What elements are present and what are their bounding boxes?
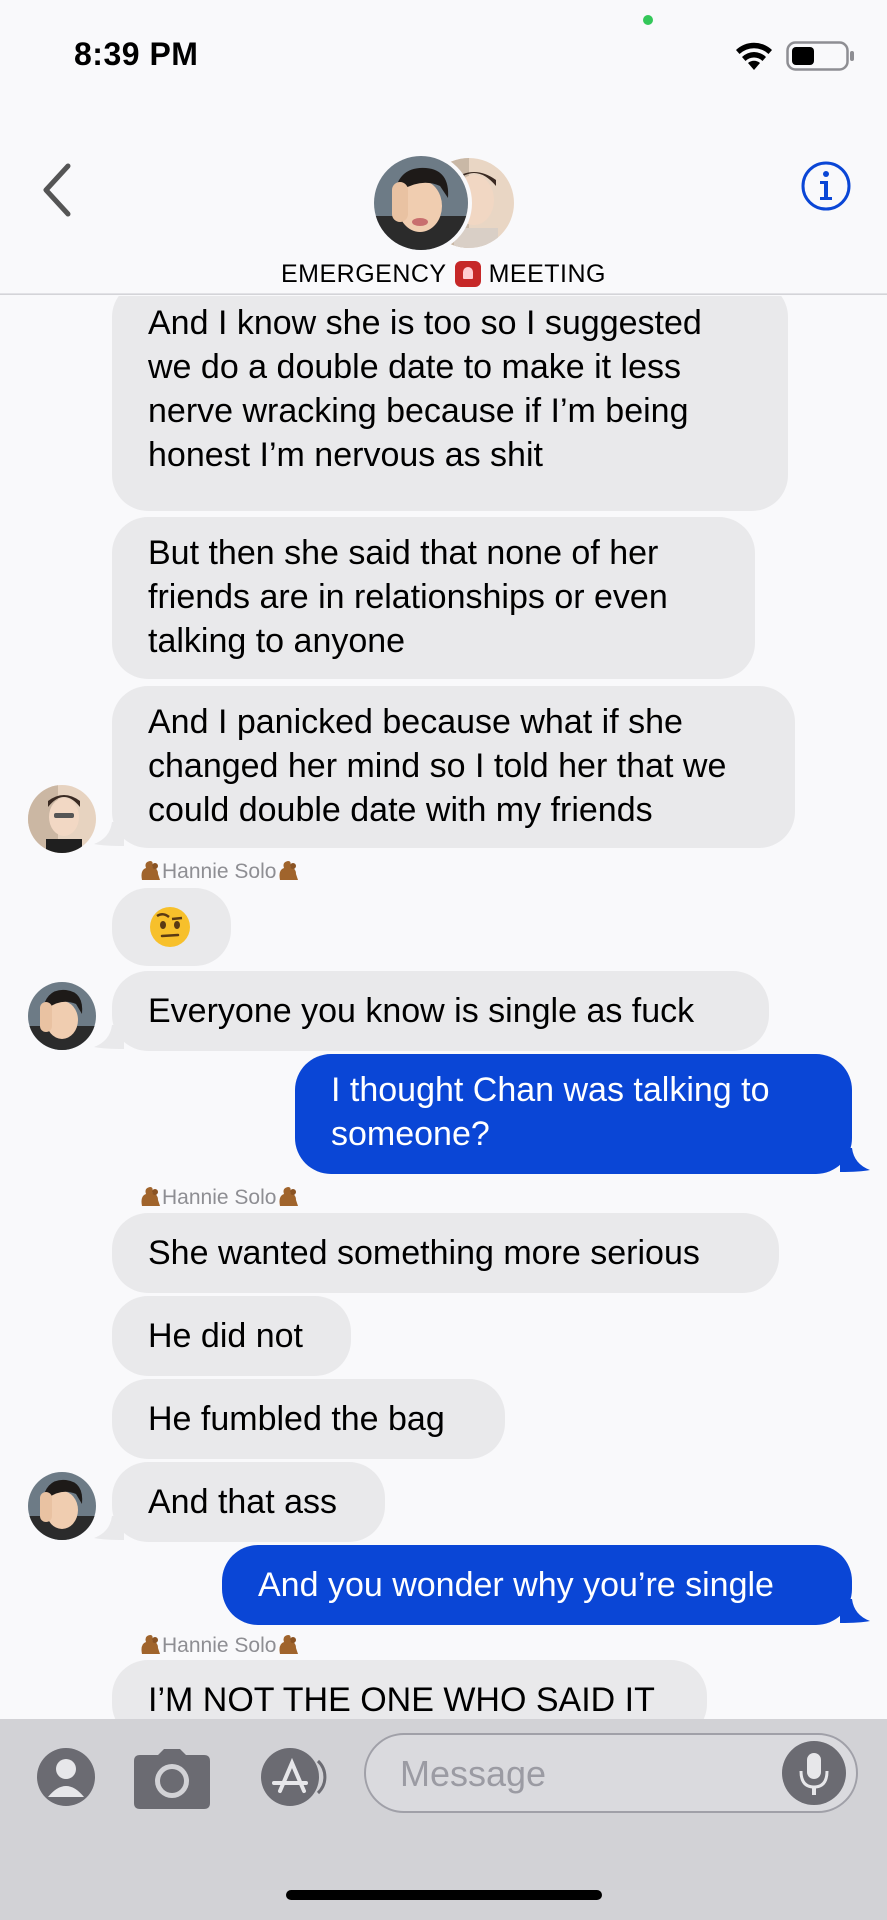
message-input[interactable] (398, 1749, 762, 1799)
squirrel-icon (141, 861, 160, 880)
incoming-message[interactable]: He fumbled the bag (112, 1379, 505, 1459)
squirrel-icon (279, 1187, 299, 1206)
sender-name: Hannie Solo (138, 858, 300, 884)
incoming-message[interactable]: He did not (112, 1296, 351, 1376)
incoming-message[interactable]: And I panicked because what if she chang… (112, 686, 795, 848)
group-title[interactable]: EMERGENCY MEETING (0, 260, 887, 289)
incoming-message[interactable]: And I know she is too so I suggested we … (112, 296, 788, 511)
sender-name: Hannie Solo (138, 1632, 300, 1658)
squirrel-icon (279, 861, 299, 880)
squirrel-icon (141, 1187, 160, 1206)
group-avatars[interactable] (370, 152, 520, 254)
bubble-tail (94, 1516, 124, 1540)
avatar[interactable] (28, 785, 96, 853)
conversation-header: EMERGENCY MEETING (0, 110, 887, 295)
raised-eyebrow-emoji-icon (150, 907, 190, 947)
bubble-tail (840, 1148, 870, 1172)
incoming-message[interactable]: But then she said that none of her frien… (112, 517, 755, 679)
squirrel-icon (279, 1635, 299, 1654)
outgoing-message[interactable]: I thought Chan was talking to someone? (295, 1054, 852, 1174)
memoji-icon[interactable] (36, 1747, 96, 1807)
message-input-field[interactable] (364, 1733, 858, 1813)
bubble-tail (94, 1025, 124, 1049)
message-thread[interactable]: And I know she is too so I suggested we … (0, 296, 887, 1719)
info-icon[interactable] (800, 160, 852, 212)
app-store-icon[interactable] (252, 1747, 332, 1807)
incoming-message[interactable]: Everyone you know is single as fuck (112, 971, 769, 1051)
group-title-part2: MEETING (488, 260, 607, 288)
microphone-icon[interactable] (782, 1741, 846, 1805)
chevron-left-icon[interactable] (38, 160, 78, 220)
divider (0, 293, 887, 294)
incoming-message[interactable]: She wanted something more serious (112, 1213, 779, 1293)
avatar[interactable] (28, 982, 96, 1050)
bubble-tail (94, 822, 124, 846)
status-bar: 8:39 PM (0, 0, 887, 110)
home-indicator[interactable] (286, 1890, 602, 1900)
siren-icon (454, 261, 481, 287)
camera-icon[interactable] (134, 1749, 210, 1809)
outgoing-message[interactable]: And you wonder why you’re single (222, 1545, 852, 1625)
camera-in-use-indicator (643, 15, 653, 25)
avatar[interactable] (28, 1472, 96, 1540)
battery-icon (786, 41, 854, 71)
squirrel-icon (141, 1635, 160, 1654)
incoming-message[interactable]: And that ass (112, 1462, 385, 1542)
sender-name: Hannie Solo (138, 1184, 300, 1210)
incoming-message[interactable]: 🤨 (112, 888, 231, 966)
avatar (370, 152, 472, 254)
incoming-message[interactable]: I’M NOT THE ONE WHO SAID IT (112, 1660, 707, 1719)
wifi-icon (736, 42, 772, 70)
status-time: 8:39 PM (74, 36, 199, 72)
group-title-part1: EMERGENCY (280, 260, 447, 288)
bubble-tail (840, 1599, 870, 1623)
